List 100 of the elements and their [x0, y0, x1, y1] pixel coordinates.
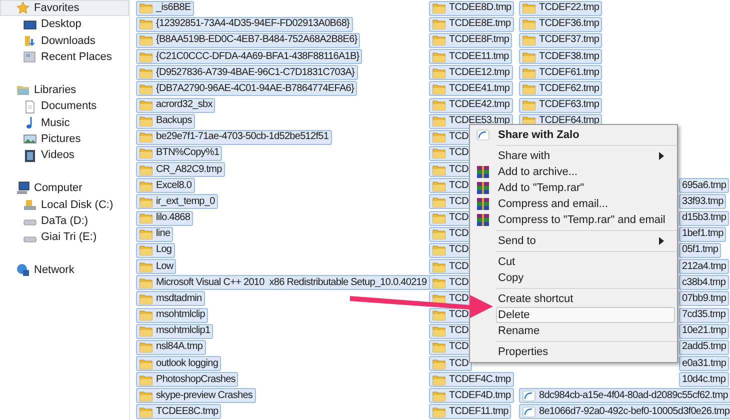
sidebar-item[interactable]: Network	[0, 262, 129, 279]
file-item[interactable]: TCD	[429, 210, 472, 226]
file-item[interactable]: {B8AA519B-ED0C-4EB7-B484-752A68A2B8E6}	[136, 32, 360, 48]
file-item[interactable]: Low	[136, 259, 176, 274]
folder-icon	[139, 164, 153, 176]
file-item[interactable]: 212a4.tmp	[679, 259, 730, 274]
sidebar-item[interactable]: Documents	[0, 98, 129, 115]
file-item[interactable]: e0a31.tmp	[679, 356, 730, 372]
folder-icon	[522, 66, 536, 79]
file-item[interactable]: 10e21.tmp	[679, 324, 730, 339]
menu-item[interactable]: Send to	[496, 233, 675, 249]
file-item[interactable]: CR_A82C9.tmp	[136, 162, 225, 178]
file-item[interactable]: BTN%Copy%1	[136, 146, 222, 161]
menu-item[interactable]: Compress to "Temp.rar" and email	[496, 212, 676, 228]
file-item[interactable]: lilo.4868	[136, 210, 194, 226]
file-item[interactable]: nsl84A.tmp	[136, 340, 206, 355]
file-item[interactable]: TCDEE8D.tmp	[429, 0, 514, 16]
file-item[interactable]: be29e7f1-71ae-4703-50cb-1d52be512f51	[136, 130, 332, 145]
file-item[interactable]: 695a6.tmp	[679, 178, 730, 194]
file-item[interactable]: 07bb9.tmp	[679, 291, 730, 306]
file-item[interactable]: msdtadmin	[136, 291, 205, 306]
file-item[interactable]: 8e1066d7-92a0-492c-bef0-10005d3f0e26.tmp	[519, 404, 730, 420]
menu-item[interactable]: Create shortcut	[496, 291, 675, 307]
menu-item[interactable]: Properties	[496, 344, 675, 360]
file-item[interactable]: TCDEF62.tmp	[519, 81, 602, 96]
file-item[interactable]: TCDEE8F.tmp	[429, 32, 512, 48]
file-item[interactable]: 1bef1.tmp	[679, 226, 726, 242]
sidebar-item[interactable]: Giai Tri (E:)	[0, 229, 129, 246]
file-item[interactable]: Excel8.0	[136, 178, 195, 194]
menu-item[interactable]: Rename	[496, 323, 675, 339]
file-item[interactable]: 10d4c.tmp	[679, 372, 729, 388]
sidebar-item[interactable]: Favorites	[0, 0, 129, 16]
menu-item[interactable]: Cut	[496, 254, 675, 270]
file-item[interactable]: TCD	[429, 130, 472, 145]
sidebar-item[interactable]: Local Disk (C:)	[0, 196, 129, 214]
file-item[interactable]: msohtmlclip	[136, 308, 208, 323]
sidebar-item[interactable]: Videos	[0, 148, 129, 164]
sidebar-item[interactable]: Recent Places	[0, 49, 129, 66]
file-item[interactable]: TCD	[429, 194, 472, 210]
menu-item[interactable]: Add to "Temp.rar"	[496, 180, 675, 196]
file-item[interactable]: Backups	[136, 114, 195, 129]
file-item[interactable]: TCD	[429, 178, 472, 194]
file-item[interactable]: TCDEE11.tmp	[429, 49, 512, 64]
file-item[interactable]: acrord32_sbx	[136, 98, 216, 113]
file-item[interactable]: PhotoshopCrashes	[136, 372, 238, 388]
file-item[interactable]: skype-preview Crashes	[136, 388, 256, 404]
file-item[interactable]: TCDEE12.tmp	[429, 65, 513, 80]
file-item[interactable]: TCD	[429, 340, 472, 355]
file-item[interactable]: TCDEE8E.tmp	[429, 16, 514, 32]
file-item[interactable]: 2add5.tmp	[679, 340, 730, 355]
file-item[interactable]: TCDEF22.tmp	[519, 0, 602, 16]
file-item[interactable]: TCDEF63.tmp	[519, 98, 602, 113]
file-item[interactable]: {12392851-73A4-4D35-94EF-FD02913A0B68}	[136, 16, 353, 32]
file-item[interactable]: TCD	[429, 162, 472, 178]
file-item[interactable]: {C21C0CCC-DFDA-4A69-BFA1-438F88116A1B}	[136, 49, 362, 64]
file-item[interactable]: c38b4.tmp	[679, 275, 729, 290]
menu-item[interactable]: Copy	[496, 270, 675, 286]
sidebar-item[interactable]: Downloads	[0, 32, 129, 50]
file-item[interactable]: TCD	[429, 259, 472, 274]
file-item[interactable]: TCDEF4D.tmp	[429, 388, 514, 404]
file-item[interactable]: TCDEF61.tmp	[519, 65, 602, 80]
menu-item[interactable]: Delete	[496, 307, 675, 323]
file-item[interactable]: 33f93.tmp	[679, 194, 726, 210]
file-item[interactable]: outlook logging	[136, 356, 222, 372]
file-item[interactable]: 05f1.tmp	[679, 242, 722, 258]
file-item[interactable]: msohtmlclip1	[136, 324, 214, 339]
sidebar-item[interactable]: Pictures	[0, 131, 129, 148]
menu-item[interactable]: Share with	[496, 148, 675, 164]
file-item[interactable]: 7cd35.tmp	[679, 308, 729, 323]
file-item[interactable]: TCD	[429, 356, 472, 372]
menu-item[interactable]: Compress and email...	[496, 196, 675, 212]
file-item[interactable]: TCD	[429, 242, 472, 258]
file-item[interactable]: TCDEF36.tmp	[519, 16, 602, 32]
file-item[interactable]: TCDEF37.tmp	[519, 32, 602, 48]
file-item[interactable]: TCDEF4C.tmp	[429, 372, 514, 388]
file-item[interactable]: TCDEF38.tmp	[519, 49, 602, 64]
file-item[interactable]: TCD	[429, 146, 472, 161]
menu-item[interactable]: Share with Zalo	[496, 127, 675, 143]
file-item[interactable]: TCDEF11.tmp	[429, 404, 512, 420]
file-item[interactable]: {DB7A2790-96AE-4C01-94AE-B7864774EFA6}	[136, 81, 357, 96]
file-item[interactable]: Microsoft Visual C++ 2010 x86 Redistributable Setup_10.0.40219	[136, 275, 430, 290]
file-item[interactable]: TCD	[429, 324, 472, 339]
sidebar-item[interactable]: DaTa (D:)	[0, 213, 129, 230]
file-item[interactable]: d15b3.tmp	[679, 210, 730, 226]
file-item[interactable]: Log	[136, 242, 175, 258]
file-item[interactable]: TCDEE41.tmp	[429, 81, 513, 96]
file-item[interactable]: line	[136, 226, 174, 242]
file-item[interactable]: TCD	[429, 226, 472, 242]
file-item[interactable]: ir_ext_temp_0	[136, 194, 218, 210]
sidebar-item[interactable]: Music	[0, 114, 129, 132]
file-item[interactable]: 8dc984cb-a15e-4f04-80ad-d2089c55cf62.tmp	[519, 388, 730, 404]
menu-item[interactable]: Add to archive...	[496, 164, 675, 180]
file-item[interactable]: _is6B8E	[136, 0, 194, 16]
file-item[interactable]: {D9527836-A739-4BAE-96C1-C7D1831C703A}	[136, 65, 358, 80]
sidebar-item[interactable]: Desktop	[0, 16, 129, 33]
sidebar-item[interactable]: Libraries	[0, 82, 129, 98]
file-item[interactable]: TCDEE42.tmp	[429, 98, 513, 113]
sidebar-item[interactable]: Computer	[0, 180, 129, 197]
file-item[interactable]: TCD	[429, 275, 472, 290]
file-item[interactable]: TCDEE8C.tmp	[136, 404, 222, 420]
